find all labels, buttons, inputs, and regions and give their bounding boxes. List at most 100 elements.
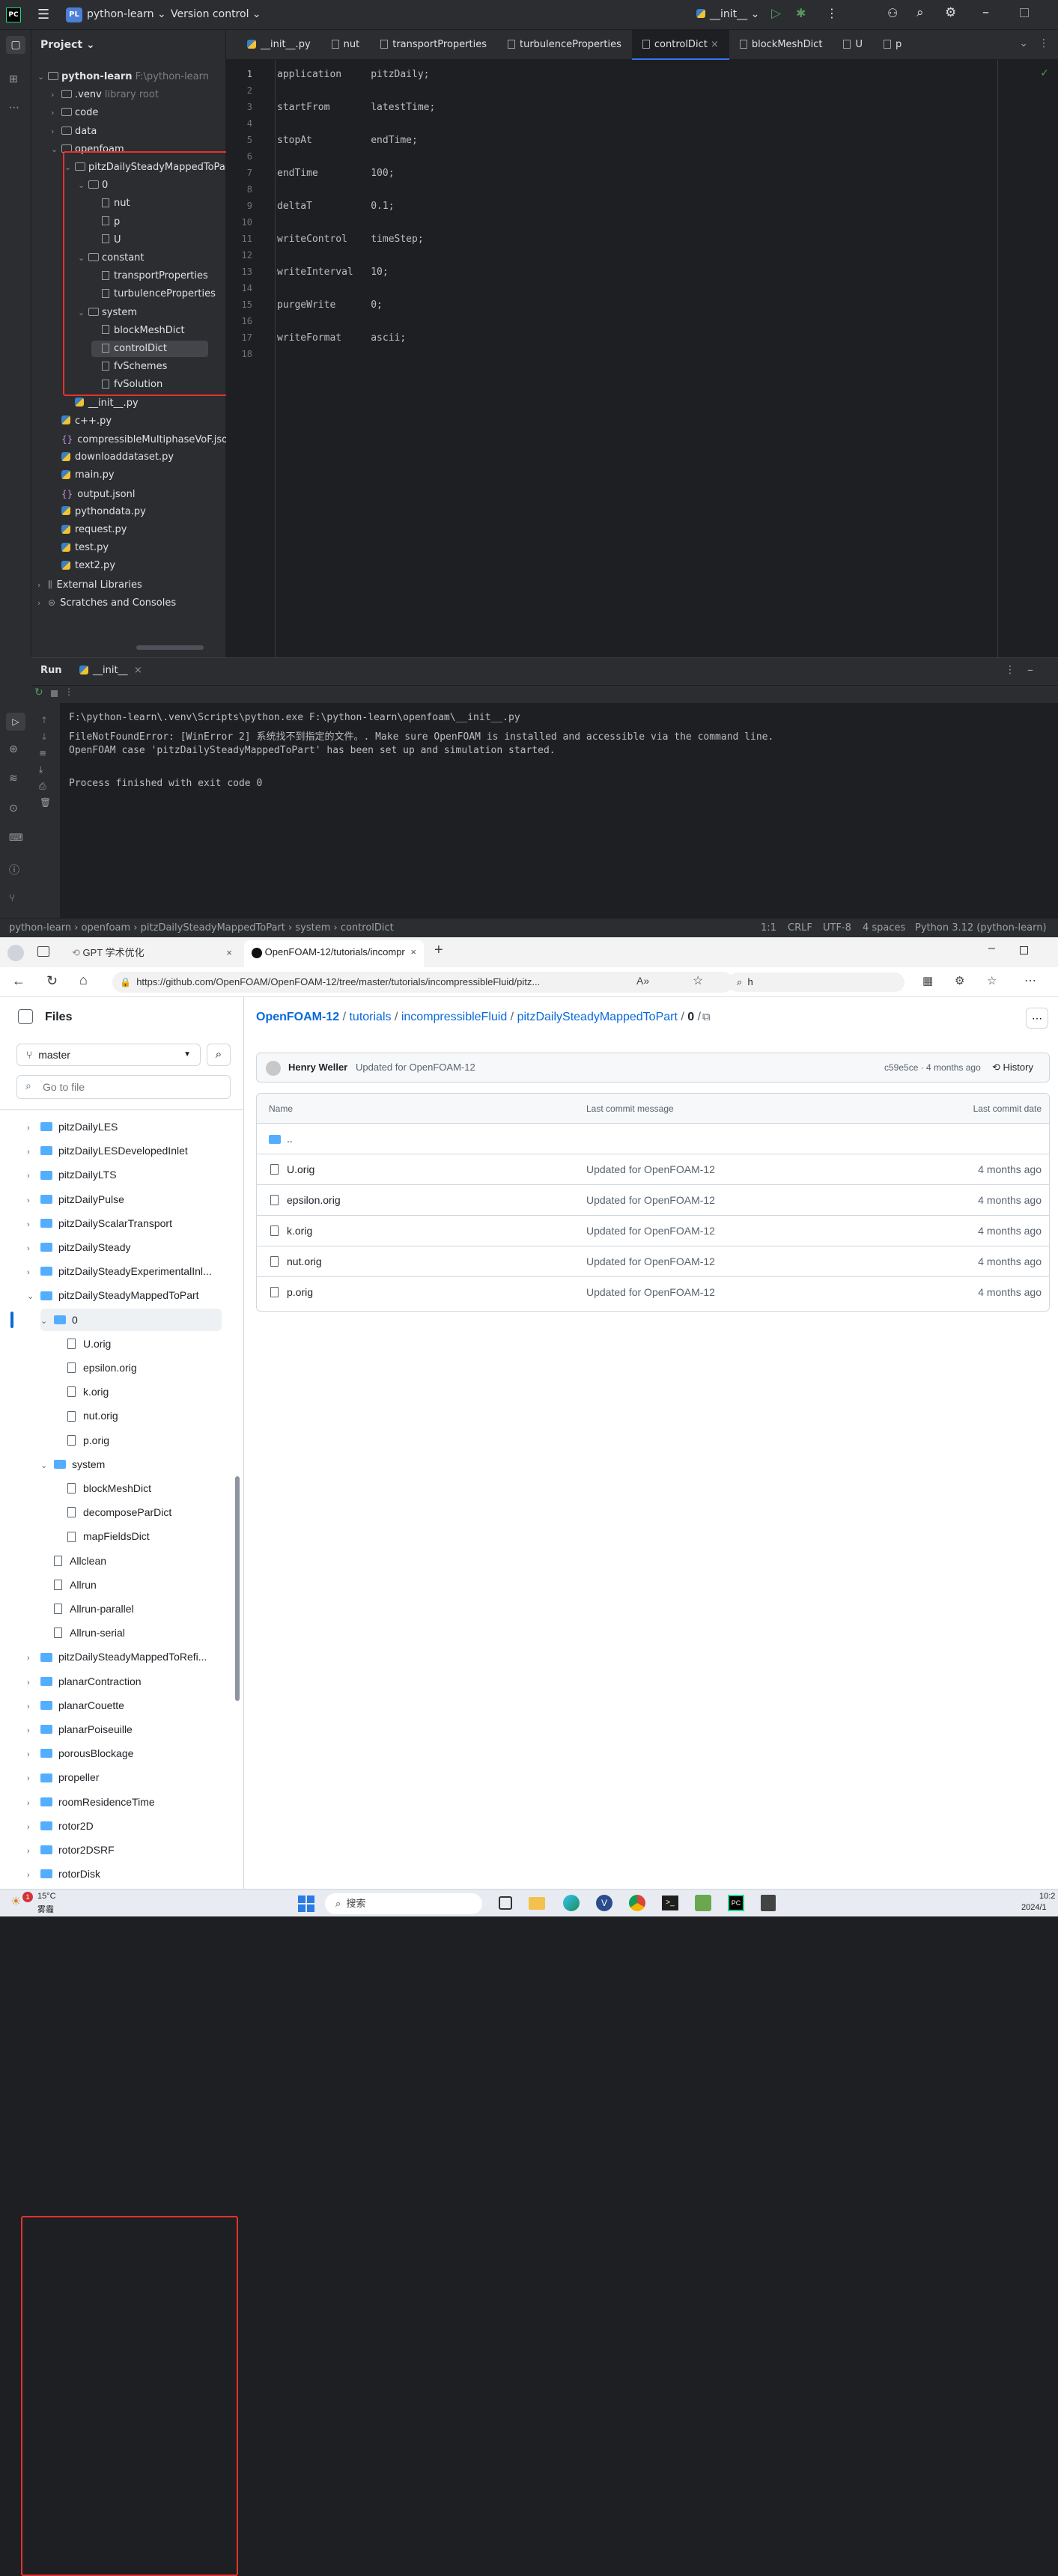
back-icon[interactable]: ←	[12, 973, 25, 989]
table-row[interactable]: k.orig Updated for OpenFOAM-12 4 months ag…	[257, 1216, 1049, 1246]
editor-app-icon[interactable]	[695, 1895, 711, 1911]
collapse-sidebar-icon[interactable]	[18, 1009, 33, 1024]
breadcrumb-link[interactable]: pitzDailySteadyMappedToPart	[517, 1011, 678, 1023]
gh-tree-item[interactable]: › rotor2D	[27, 1815, 94, 1837]
gh-tree-item[interactable]: › pitzDailyPulse	[27, 1188, 124, 1211]
layers-icon[interactable]: ≋	[9, 773, 18, 785]
project-switcher[interactable]: python-learn ⌄	[87, 8, 166, 20]
project-badge[interactable]: PL	[66, 7, 82, 22]
editor-tab[interactable]: transportProperties	[370, 30, 497, 60]
tree-item[interactable]: downloaddataset.py	[51, 449, 174, 466]
tree-item[interactable]: {} output.jsonl	[51, 486, 135, 502]
file-name-link[interactable]: nut.orig	[287, 1255, 322, 1267]
project-panel-header[interactable]: Project ⌄	[31, 30, 225, 60]
editor-tab[interactable]: nut	[321, 30, 371, 60]
tabs-chevron-icon[interactable]: ⌄	[1019, 37, 1028, 49]
more-tools-icon[interactable]: ⋯	[9, 102, 19, 114]
editor-tab[interactable]: p	[873, 30, 912, 60]
browser-search-box[interactable]: ⌕ h	[728, 972, 905, 992]
search-icon[interactable]: ⌕	[916, 5, 924, 20]
commit-message-link[interactable]: Updated for OpenFOAM-12	[586, 1255, 715, 1267]
tree-item[interactable]: test.py	[51, 540, 109, 556]
tree-item[interactable]: › ⊜ Scratches and Consoles	[37, 594, 176, 611]
task-view-icon[interactable]	[499, 1896, 512, 1910]
sidebar-search-button[interactable]: ⌕	[207, 1044, 231, 1066]
commit-message-link[interactable]: Updated for OpenFOAM-12	[586, 1163, 715, 1175]
terminal-icon[interactable]: ⌨	[9, 832, 23, 844]
breadcrumb-item[interactable]: pitzDailySteadyMappedToPart	[141, 922, 285, 934]
tree-item[interactable]: c++.py	[51, 413, 112, 430]
gh-tree-item[interactable]: › planarContraction	[27, 1670, 142, 1693]
file-explorer-icon[interactable]	[529, 1897, 545, 1910]
soft-wrap-icon[interactable]: ≡	[39, 748, 46, 758]
gh-tree-item[interactable]: › pitzDailyLESDevelopedInlet	[27, 1139, 188, 1162]
gh-tree-item[interactable]: › planarCouette	[27, 1694, 124, 1717]
gh-tree-item[interactable]: U.orig	[54, 1333, 111, 1355]
gh-tree-item[interactable]: › pitzDailyScalarTransport	[27, 1212, 172, 1234]
breadcrumb-item[interactable]: system	[295, 922, 330, 934]
table-row[interactable]: p.orig Updated for OpenFOAM-12 4 months ag…	[257, 1277, 1049, 1308]
pycharm-logo-icon[interactable]: PC	[6, 7, 21, 22]
structure-tool-icon[interactable]: ⊞	[9, 73, 18, 85]
tree-item[interactable]: {} compressibleMultiphaseVoF.json	[51, 431, 234, 448]
plugins-icon[interactable]: ⊛	[9, 743, 18, 755]
rerun-icon[interactable]: ↻	[34, 686, 43, 698]
gh-tree-item[interactable]: p.orig	[54, 1429, 109, 1452]
gh-tree-item[interactable]: Allrun-serial	[40, 1622, 125, 1644]
gh-tree-item[interactable]: k.orig	[54, 1380, 109, 1403]
gh-tree-item[interactable]: Allrun	[40, 1574, 97, 1596]
read-aloud-icon[interactable]: A»	[636, 975, 649, 987]
browser-tab-github[interactable]: OpenFOAM-12/tutorials/incompr ×	[244, 940, 424, 967]
commit-message-link[interactable]: Updated for OpenFOAM-12	[586, 1286, 715, 1298]
favorites-bar-icon[interactable]: ☆	[987, 974, 997, 987]
gh-tree-item[interactable]: › roomResidenceTime	[27, 1791, 155, 1813]
gh-tree-item[interactable]: › rotor2DSRF	[27, 1839, 115, 1861]
new-tab-icon[interactable]: +	[434, 942, 443, 959]
extension-icon[interactable]: ▦	[922, 974, 933, 987]
terminal-app-icon[interactable]: >_	[662, 1896, 678, 1910]
add-user-icon[interactable]: ⚇	[887, 6, 898, 20]
status-indent[interactable]: 4 spaces	[863, 922, 905, 934]
weather-desc[interactable]: 雾霾	[37, 1903, 54, 1915]
tree-item[interactable]: __init__.py	[64, 395, 139, 412]
minimize-icon[interactable]: –	[982, 4, 989, 20]
run-icon[interactable]: ▷	[771, 6, 781, 21]
sidebar-scrollbar[interactable]	[235, 1476, 240, 1701]
parent-dir-link[interactable]: ..	[287, 1133, 293, 1145]
gh-tree-item[interactable]: Allrun-parallel	[40, 1598, 134, 1620]
more-icon[interactable]: ⋮	[826, 6, 838, 20]
commit-author[interactable]: Henry Weller	[288, 1062, 347, 1073]
stop-icon[interactable]	[51, 690, 58, 697]
go-to-file-input[interactable]	[16, 1075, 231, 1099]
status-encoding[interactable]: UTF-8	[823, 922, 851, 934]
pycharm-app-icon[interactable]: PC	[728, 1895, 744, 1911]
window-minimize-icon[interactable]: –	[988, 942, 995, 955]
maximize-icon[interactable]	[1020, 8, 1029, 17]
tab-close-icon[interactable]: ×	[410, 940, 416, 964]
tree-item[interactable]: text2.py	[51, 558, 115, 574]
services-icon[interactable]: ⊙	[9, 803, 18, 814]
debug-icon[interactable]: ✱	[796, 6, 806, 20]
weather-temp[interactable]: 15°C	[37, 1892, 56, 1901]
git-icon[interactable]: ⑂	[9, 892, 15, 904]
chrome-icon[interactable]	[629, 1895, 645, 1911]
gh-tree-item[interactable]: › pitzDailyLTS	[27, 1163, 117, 1186]
status-eol[interactable]: CRLF	[788, 922, 812, 934]
gh-tree-item[interactable]: blockMeshDict	[54, 1477, 151, 1499]
file-name-link[interactable]: epsilon.orig	[287, 1194, 341, 1206]
editor-tab[interactable]: blockMeshDict	[729, 30, 833, 60]
breadcrumb-link[interactable]: incompressibleFluid	[401, 1011, 507, 1023]
print-icon[interactable]: ⎙	[39, 781, 46, 792]
commit-message-link[interactable]: Updated for OpenFOAM-12	[586, 1225, 715, 1237]
start-icon[interactable]	[298, 1896, 314, 1912]
vscode-like-icon[interactable]: V	[596, 1895, 612, 1911]
history-button[interactable]: ⟲ History	[992, 1062, 1033, 1074]
window-maximize-icon[interactable]	[1020, 946, 1028, 954]
browser-menu-icon[interactable]: ⋯	[1024, 973, 1036, 988]
gh-tree-item[interactable]: ⌄ 0	[40, 1308, 222, 1331]
run-toolbar-more-icon[interactable]: ⋮	[64, 686, 73, 697]
tabs-more-icon[interactable]: ⋮	[1039, 37, 1049, 49]
table-row[interactable]: epsilon.orig Updated for OpenFOAM-12 4 mon…	[257, 1185, 1049, 1216]
settings-icon[interactable]: ⚙	[945, 5, 956, 20]
commit-meta[interactable]: c59e5ce · 4 months ago	[884, 1062, 981, 1073]
